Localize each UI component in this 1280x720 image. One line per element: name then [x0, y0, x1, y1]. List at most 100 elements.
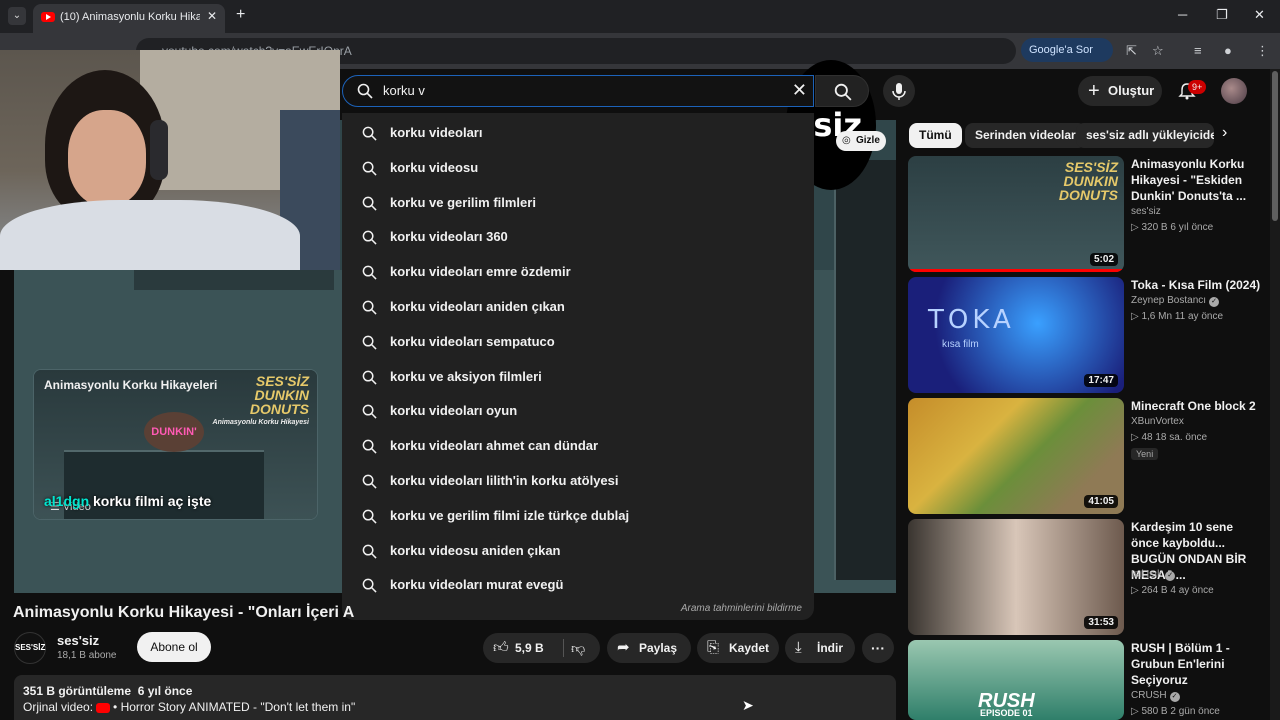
- media-icon[interactable]: ≡: [1194, 43, 1202, 58]
- browser-menu-icon[interactable]: ⋮: [1256, 43, 1269, 59]
- card-brand-sub: Animasyonlu Korku Hikayesi: [212, 419, 309, 426]
- suggestion-text: korku ve aksiyon filmleri: [390, 368, 542, 384]
- clear-search-icon[interactable]: ✕: [792, 80, 807, 101]
- webcam-overlay: [0, 50, 340, 270]
- search-suggestion[interactable]: korku videoları: [342, 116, 814, 150]
- suggestion-text: korku videosu aniden çıkan: [390, 542, 561, 558]
- search-icon: [362, 579, 377, 593]
- tab-search-button[interactable]: ⌄: [8, 7, 26, 25]
- rec-channel[interactable]: Işıl Işık ✓: [1131, 569, 1176, 581]
- verified-icon: ✓: [1165, 571, 1176, 581]
- rec-thumbnail[interactable]: SES'SİZ DUNKIN DONUTS 5:02: [908, 156, 1124, 272]
- bookmark-star-icon[interactable]: ☆: [1152, 43, 1164, 59]
- search-icon: [362, 544, 377, 559]
- search-box[interactable]: korku v ✕: [342, 75, 814, 107]
- close-window-icon[interactable]: ✕: [1254, 7, 1265, 23]
- rec-thumbnail[interactable]: TOKA kısa film 17:47: [908, 277, 1124, 393]
- new-tab-icon[interactable]: +: [236, 6, 245, 24]
- recommendation-item[interactable]: 41:05 Minecraft One block 2 XBunVortex ▷…: [908, 398, 1268, 514]
- avatar[interactable]: [1221, 78, 1247, 104]
- like-count[interactable]: 5,9 B: [515, 633, 544, 663]
- page-scrollbar[interactable]: [1270, 69, 1280, 720]
- like-icon[interactable]: 👍︎: [493, 633, 509, 663]
- search-suggestion[interactable]: korku ve aksiyon filmleri: [342, 360, 814, 394]
- search-suggestion[interactable]: korku ve gerilim filmleri: [342, 186, 814, 220]
- like-divider: [563, 639, 564, 657]
- suggestion-text: korku videosu: [390, 159, 479, 175]
- browser-tab[interactable]: (10) Animasyonlu Korku Hikaye ✕: [33, 4, 225, 33]
- search-input[interactable]: korku v: [383, 83, 425, 98]
- search-icon: [362, 474, 377, 489]
- search-suggestion[interactable]: korku videoları 360: [342, 220, 814, 254]
- rec-channel[interactable]: ses'siz: [1131, 206, 1161, 217]
- recommendation-item[interactable]: SES'SİZ DUNKIN DONUTS 5:02 Animasyonlu K…: [908, 156, 1268, 272]
- video-title: Animasyonlu Korku Hikayesi - "Onları İçe…: [13, 604, 355, 621]
- rec-channel[interactable]: Zeynep Bostancı ✓: [1131, 295, 1220, 307]
- profile-icon[interactable]: ●: [1224, 43, 1232, 58]
- rec-channel[interactable]: XBunVortex: [1131, 416, 1184, 427]
- close-tab-icon[interactable]: ✕: [207, 9, 217, 23]
- card-brand-line3: DONUTS: [249, 401, 309, 417]
- search-suggestion[interactable]: korku videoları aniden çıkan: [342, 290, 814, 324]
- search-icon: [362, 405, 377, 419]
- share-label: Paylaş: [639, 641, 678, 655]
- search-suggestion[interactable]: korku videoları murat evegü: [342, 568, 814, 602]
- dislike-icon[interactable]: 👎︎: [571, 633, 585, 663]
- recommendation-item[interactable]: RUSH EPISODE 01 RUSH | Bölüm 1 - Grubun …: [908, 640, 1268, 720]
- description-box[interactable]: 351 B görüntüleme 6 yıl önce Orjinal vid…: [14, 675, 896, 720]
- rec-title[interactable]: Animasyonlu Korku Hikayesi - "Eskiden Du…: [1131, 156, 1263, 204]
- search-icon: [362, 265, 377, 280]
- rec-thumbnail[interactable]: 31:53: [908, 519, 1124, 635]
- rec-thumb-sub: kısa film: [942, 339, 979, 350]
- verified-icon: ✓: [1209, 297, 1220, 307]
- create-button[interactable]: + Oluştur: [1078, 76, 1162, 106]
- search-suggestion[interactable]: korku videosu: [342, 151, 814, 185]
- hide-button[interactable]: Gizle: [836, 131, 886, 151]
- rec-meta: ▷ 580 B 2 gün önce: [1131, 706, 1220, 717]
- download-button[interactable]: ⤓ İndir: [785, 633, 855, 663]
- search-suggestion[interactable]: korku ve gerilim filmi izle türkçe dubla…: [342, 499, 814, 533]
- webcam-face: [68, 110, 146, 206]
- share-button[interactable]: ➦ Paylaş: [607, 633, 691, 663]
- card-brand-line2: DUNKIN: [254, 387, 309, 403]
- rec-thumbnail[interactable]: 41:05: [908, 398, 1124, 514]
- search-suggestion[interactable]: korku videoları oyun: [342, 394, 814, 428]
- suggestion-text: korku videoları oyun: [390, 403, 518, 419]
- chip-all[interactable]: Tümü: [909, 123, 962, 148]
- search-suggestion[interactable]: korku videoları ahmet can dündar: [342, 429, 814, 463]
- view-count: 351 B görüntüleme: [23, 684, 132, 698]
- scrollbar-thumb[interactable]: [1272, 71, 1278, 221]
- search-button[interactable]: [815, 75, 869, 107]
- install-icon[interactable]: ⇱: [1126, 43, 1137, 59]
- report-predictions-link[interactable]: Arama tahminlerini bildirme: [681, 603, 802, 614]
- recommendation-item[interactable]: 31:53 Kardeşim 10 sene önce kayboldu... …: [908, 519, 1268, 635]
- channel-avatar[interactable]: SES'SİZ: [14, 632, 46, 664]
- more-actions-button[interactable]: ···: [862, 633, 894, 663]
- rec-title[interactable]: RUSH | Bölüm 1 - Grubun En'lerini Seçiyo…: [1131, 640, 1263, 688]
- maximize-icon[interactable]: ❐: [1216, 7, 1228, 23]
- search-suggestion[interactable]: korku videoları lilith'in korku atölyesi: [342, 464, 814, 498]
- channel-name[interactable]: ses'siz: [57, 633, 99, 648]
- rec-thumb-text: TOKA: [928, 305, 1015, 335]
- google-ask-button[interactable]: Google'a Sor: [1021, 38, 1113, 62]
- original-video-link[interactable]: • Horror Story ANIMATED - "Don't let the…: [113, 700, 355, 714]
- rec-channel[interactable]: CRUSH ✓: [1131, 690, 1180, 702]
- search-suggestion[interactable]: korku videoları sempatuco: [342, 325, 814, 359]
- voice-search-button[interactable]: [883, 75, 915, 107]
- rec-thumbnail[interactable]: RUSH EPISODE 01: [908, 640, 1124, 720]
- chevron-right-icon[interactable]: ›: [1222, 124, 1227, 142]
- suggestion-text: korku videoları lilith'in korku atölyesi: [390, 473, 619, 488]
- chip-series[interactable]: Serinden videolar: [965, 123, 1086, 148]
- save-button[interactable]: ⎘ Kaydet: [697, 633, 779, 663]
- search-icon: [362, 196, 377, 211]
- rec-title[interactable]: Minecraft One block 2: [1131, 398, 1263, 414]
- minimize-icon[interactable]: ─: [1178, 7, 1187, 22]
- rec-title[interactable]: Toka - Kısa Film (2024): [1131, 277, 1263, 293]
- recommendation-item[interactable]: TOKA kısa film 17:47 Toka - Kısa Film (2…: [908, 277, 1268, 393]
- search-suggestion[interactable]: korku videoları emre özdemir: [342, 255, 814, 289]
- card-brand-line1: SES'SİZ: [255, 373, 309, 389]
- chip-uploader[interactable]: ses'siz adlı yükleyiciden: [1076, 123, 1214, 148]
- subscribe-button[interactable]: Abone ol: [137, 632, 211, 662]
- search-suggestion[interactable]: korku videosu aniden çıkan: [342, 534, 814, 568]
- subscriber-count: 18,1 B abone: [57, 650, 117, 661]
